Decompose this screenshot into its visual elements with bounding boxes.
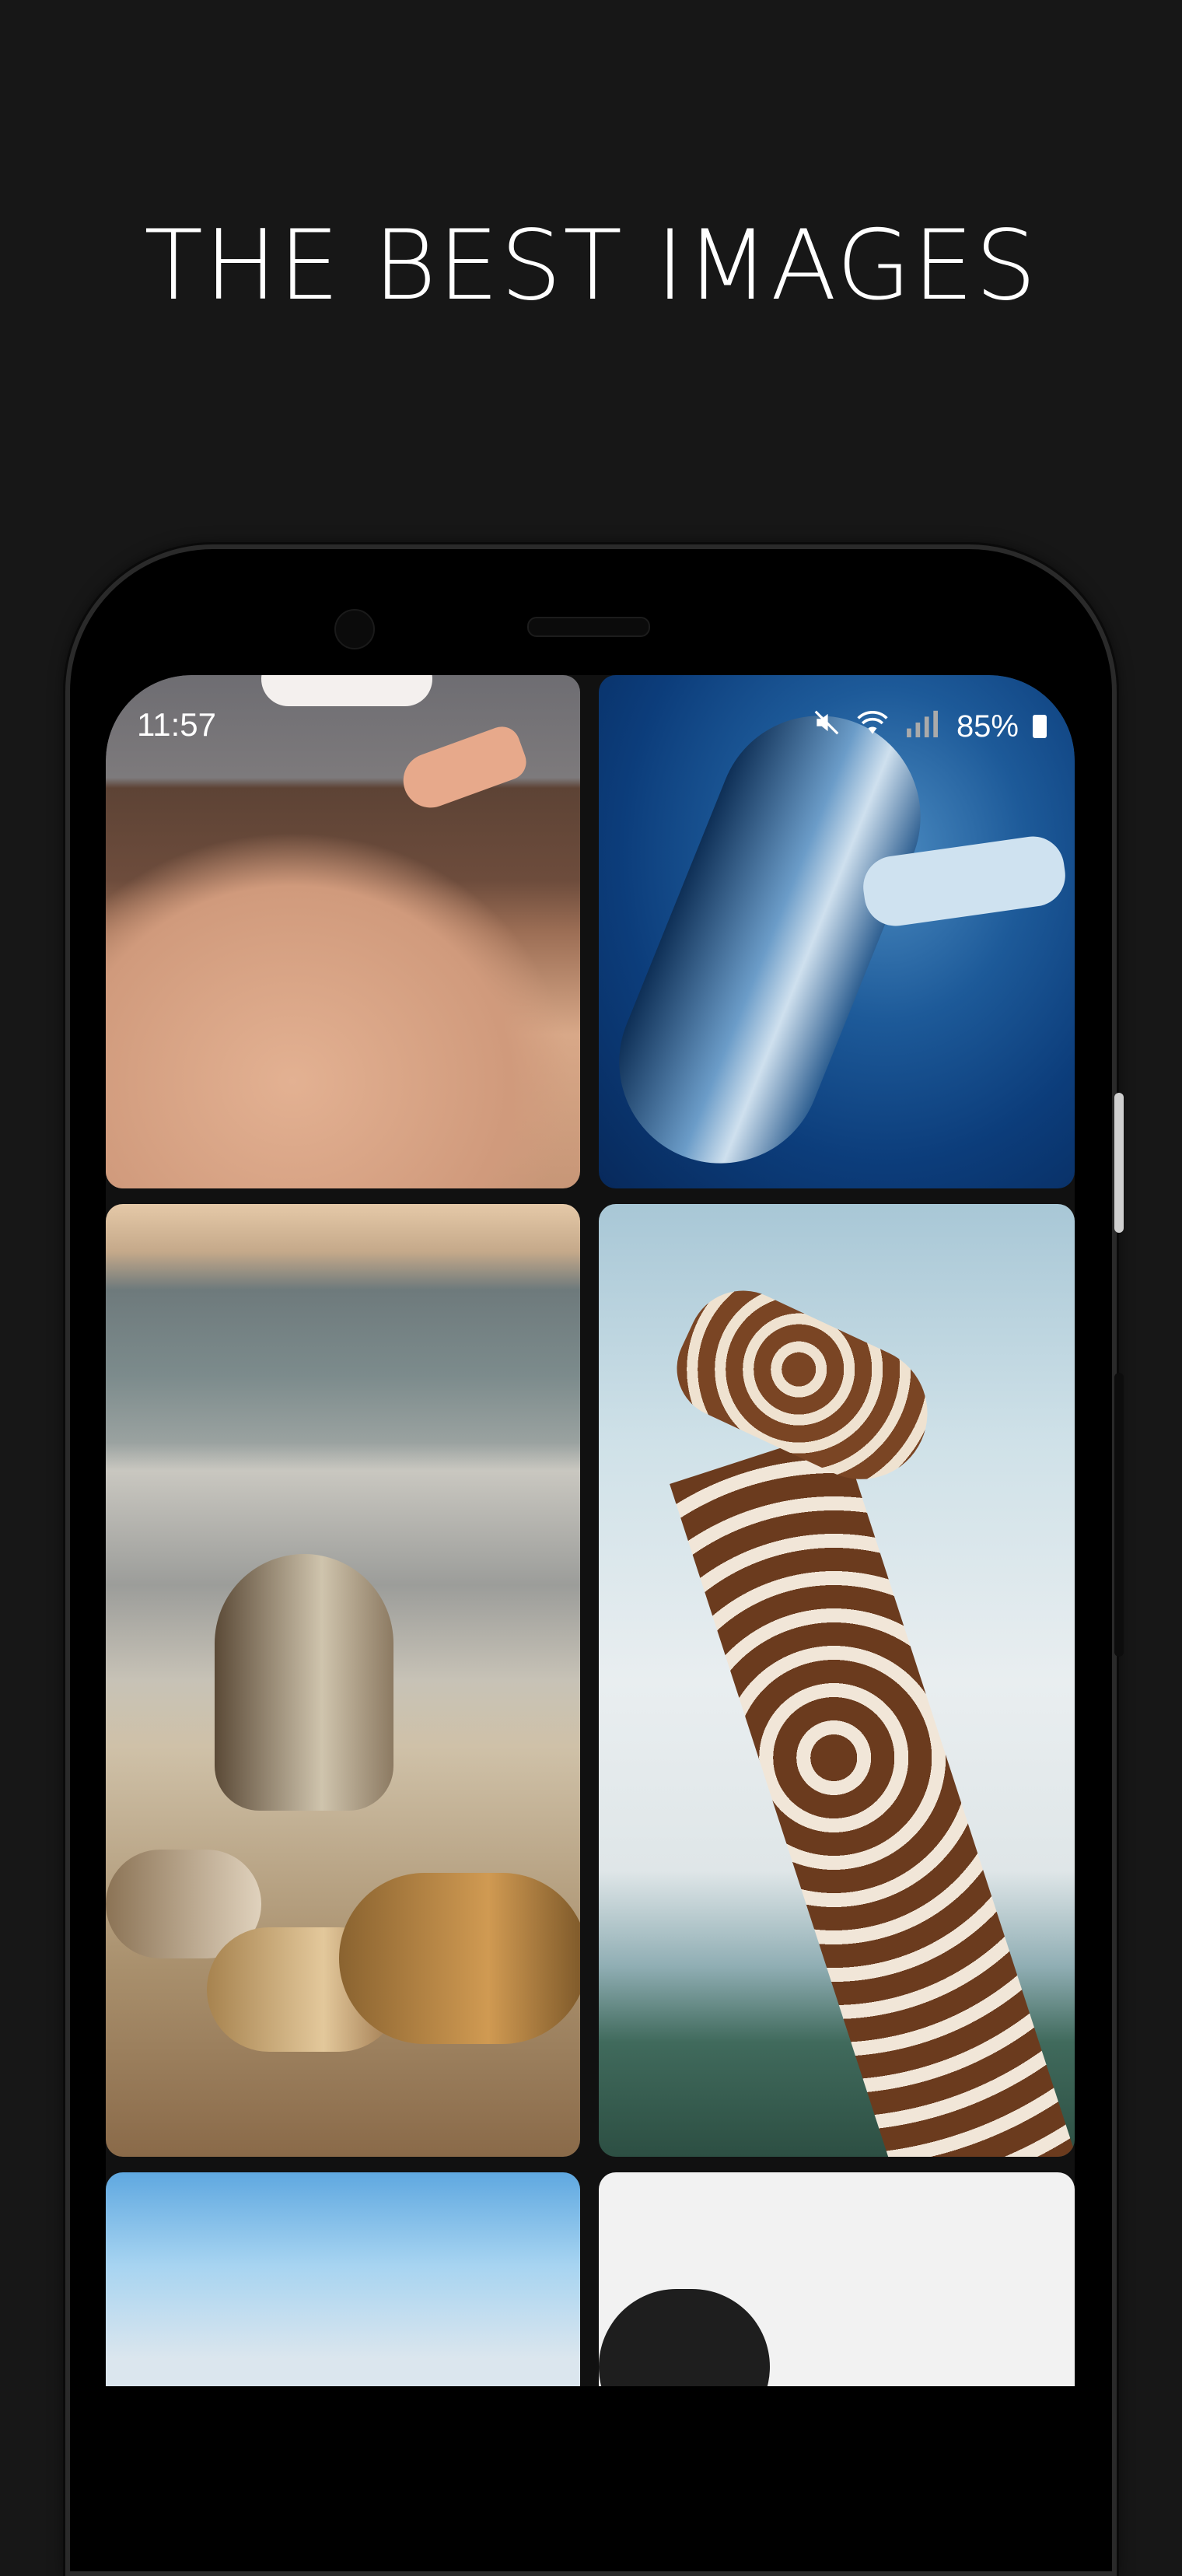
earpiece-speaker xyxy=(527,617,650,637)
image-tile-seagull[interactable] xyxy=(106,675,580,1188)
image-tile-whale[interactable] xyxy=(599,675,1075,1188)
volume-button xyxy=(1114,1373,1124,1657)
battery-icon xyxy=(1033,715,1047,738)
image-tile-portrait[interactable] xyxy=(599,2172,1075,2386)
arm-shape xyxy=(106,831,572,1188)
status-bar: 11:57 85% xyxy=(106,675,1075,744)
status-time: 11:57 xyxy=(137,706,216,743)
whale-shape xyxy=(599,685,951,1188)
sea-lion-shape xyxy=(215,1554,393,1811)
sea-lion-shape xyxy=(339,1873,580,2044)
image-tile-sea-lions[interactable] xyxy=(106,1204,580,2157)
mute-icon xyxy=(812,708,841,745)
image-tile-sky[interactable] xyxy=(106,2172,580,2386)
front-camera xyxy=(334,609,375,649)
headline: THE BEST IMAGES xyxy=(144,210,1038,322)
giraffe-neck-shape xyxy=(670,1428,1075,2157)
power-button xyxy=(1114,1093,1124,1233)
battery-percent: 85% xyxy=(956,709,1019,744)
phone-screen: 11:57 85% xyxy=(106,675,1075,2386)
signal-icon xyxy=(904,708,942,745)
wifi-icon xyxy=(855,708,890,745)
image-tile-giraffe[interactable] xyxy=(599,1204,1075,2157)
portrait-shape xyxy=(599,2289,770,2386)
status-icons: 85% xyxy=(812,708,1047,745)
